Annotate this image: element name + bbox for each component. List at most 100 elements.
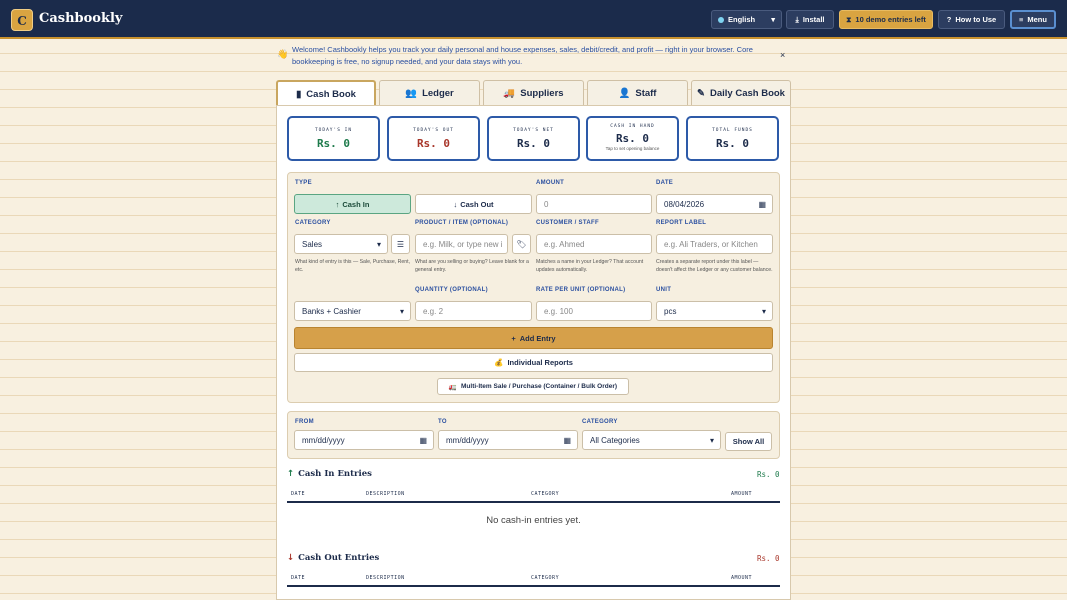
tab-ledger[interactable]: 👥 Ledger	[379, 80, 480, 105]
globe-icon	[718, 16, 724, 23]
date-value: 08/04/2026	[664, 199, 705, 209]
category-select[interactable]: Sales ▾	[294, 234, 388, 254]
from-date-input[interactable]: mm/dd/yyyy ▦	[294, 430, 434, 450]
stat-label: Cash in Hand	[610, 124, 655, 129]
calendar-icon: ▦	[563, 435, 571, 445]
tab-suppliers[interactable]: 🚚 Suppliers	[483, 80, 584, 105]
tab-daily-cash-book[interactable]: ✎ Daily Cash Book	[691, 80, 791, 105]
menu-button[interactable]: ≡ Menu	[1010, 10, 1056, 29]
question-icon: ?	[946, 15, 952, 24]
cash-in-total: Rs. 0	[757, 470, 780, 479]
multi-item-button[interactable]: 🚛 Multi-Item Sale / Purchase (Container /…	[437, 378, 629, 395]
customer-hint: Matches a name in your Ledger? That acco…	[536, 259, 644, 273]
arrow-up-icon: ↑	[335, 199, 340, 209]
tab-cash-book[interactable]: ▮ Cash Book	[276, 80, 376, 107]
column-header-category: CATEGORY	[531, 575, 560, 581]
add-entry-button[interactable]: + Add Entry	[294, 327, 773, 349]
report-hint: Creates a separate report under this lab…	[656, 259, 773, 273]
reports-label: Individual Reports	[507, 358, 573, 367]
column-header-date: DATE	[291, 491, 306, 497]
category-label: CATEGORY	[295, 220, 331, 226]
individual-reports-button[interactable]: 💰 Individual Reports	[294, 353, 773, 372]
product-input[interactable]: e.g. Milk, or type new i	[415, 234, 508, 254]
install-button[interactable]: ⤓ Install	[786, 10, 834, 29]
column-header-date: DATE	[291, 575, 306, 581]
stat-label: Today's In	[314, 128, 353, 133]
cash-out-total: Rs. 0	[757, 554, 780, 563]
table-divider	[287, 585, 780, 587]
stat-today-out: Today's Out Rs. 0	[387, 116, 480, 161]
from-label: FROM	[295, 419, 314, 425]
manage-categories-button[interactable]: ☰	[391, 234, 410, 254]
customer-label: CUSTOMER / STAFF	[536, 220, 599, 226]
quantity-input[interactable]: e.g. 2	[415, 301, 532, 321]
top-bar: C Cashbookly English ▾ ⤓ Install ⧗ 10 demo…	[0, 0, 1067, 39]
how-to-use-button[interactable]: ? How to Use	[938, 10, 1005, 29]
cash-in-button[interactable]: ↑ Cash In	[294, 194, 411, 214]
stat-value: Rs. 0	[316, 137, 351, 150]
date-input[interactable]: 08/04/2026 ▦	[656, 194, 773, 214]
amount-input[interactable]: 0	[536, 194, 652, 214]
report-label-input[interactable]: e.g. Ali Traders, or Kitchen	[656, 234, 773, 254]
tab-label: Daily Cash Book	[710, 87, 785, 99]
edit-document-icon: ✎	[697, 87, 705, 99]
plus-icon: +	[511, 333, 516, 343]
product-label: PRODUCT / ITEM (OPTIONAL)	[415, 220, 509, 226]
product-hint: What are you selling or buying? Leave bl…	[415, 259, 529, 273]
column-header-amount: AMOUNT	[731, 575, 753, 581]
calendar-icon: ▦	[419, 435, 427, 445]
demo-entries-button[interactable]: ⧗ 10 demo entries left	[839, 10, 933, 29]
stat-value: Rs. 0	[615, 132, 650, 145]
filter-category-select[interactable]: All Categories ▾	[582, 430, 721, 450]
cash-in-title-text: Cash In Entries	[298, 469, 372, 479]
tab-label: Suppliers	[520, 87, 564, 99]
calendar-icon: ▦	[758, 199, 766, 209]
report-label: REPORT LABEL	[656, 220, 707, 226]
welcome-text: Welcome! Cashbookly helps you track your…	[292, 45, 753, 66]
cash-in-title: ↑ Cash In Entries	[287, 469, 372, 479]
to-date-input[interactable]: mm/dd/yyyy ▦	[438, 430, 578, 450]
cash-out-title-text: Cash Out Entries	[298, 553, 380, 563]
howto-label: How to Use	[955, 15, 997, 24]
to-placeholder: mm/dd/yyyy	[446, 435, 489, 445]
tab-label: Ledger	[422, 87, 454, 99]
cash-out-button[interactable]: ↓ Cash Out	[415, 194, 532, 214]
table-divider	[287, 501, 780, 503]
hamburger-icon: ≡	[1019, 15, 1024, 24]
add-entry-label: Add Entry	[519, 333, 556, 343]
arrow-up-icon: ↑	[287, 469, 295, 479]
category-hint: What kind of entry is this — Sale, Purch…	[295, 259, 411, 273]
wave-hand-icon: 👋	[277, 49, 289, 59]
unit-select[interactable]: pcs ▾	[656, 301, 773, 321]
stat-cash-in-hand[interactable]: Cash in Hand Rs. 0 Tap to set opening ba…	[586, 116, 679, 161]
unit-value: pcs	[664, 306, 677, 316]
chevron-down-icon: ▾	[376, 239, 381, 249]
app-name[interactable]: Cashbookly	[39, 11, 122, 26]
filter-category-value: All Categories	[590, 435, 640, 445]
user-icon: 👤	[618, 87, 631, 99]
hourglass-icon: ⧗	[846, 14, 852, 24]
arrow-down-icon: ↓	[453, 199, 458, 209]
to-label: TO	[438, 419, 447, 425]
customer-input[interactable]: e.g. Ahmed	[536, 234, 652, 254]
users-icon: 👥	[405, 87, 418, 99]
show-all-button[interactable]: Show All	[725, 432, 772, 451]
demo-label: 10 demo entries left	[855, 15, 926, 24]
stat-total-funds: Total Funds Rs. 0	[686, 116, 779, 161]
logo-icon[interactable]: C	[11, 9, 33, 31]
unit-label: UNIT	[656, 287, 672, 293]
close-icon[interactable]: ×	[780, 50, 785, 60]
stat-value: Rs. 0	[416, 137, 451, 150]
cash-out-title: ↓ Cash Out Entries	[287, 553, 379, 563]
tab-staff[interactable]: 👤 Staff	[587, 80, 688, 105]
tag-icon: 🏷	[516, 239, 527, 249]
arrow-down-icon: ↓	[287, 553, 295, 563]
rate-input[interactable]: e.g. 100	[536, 301, 652, 321]
amount-label: AMOUNT	[536, 180, 565, 186]
stat-label: Today's Out	[413, 128, 454, 133]
product-tag-button[interactable]: 🏷	[512, 234, 531, 254]
cash-out-label: Cash Out	[460, 199, 494, 209]
stat-value: Rs. 0	[516, 137, 551, 150]
language-select[interactable]: English ▾	[711, 10, 782, 29]
account-select[interactable]: Banks + Cashier ▾	[294, 301, 411, 321]
